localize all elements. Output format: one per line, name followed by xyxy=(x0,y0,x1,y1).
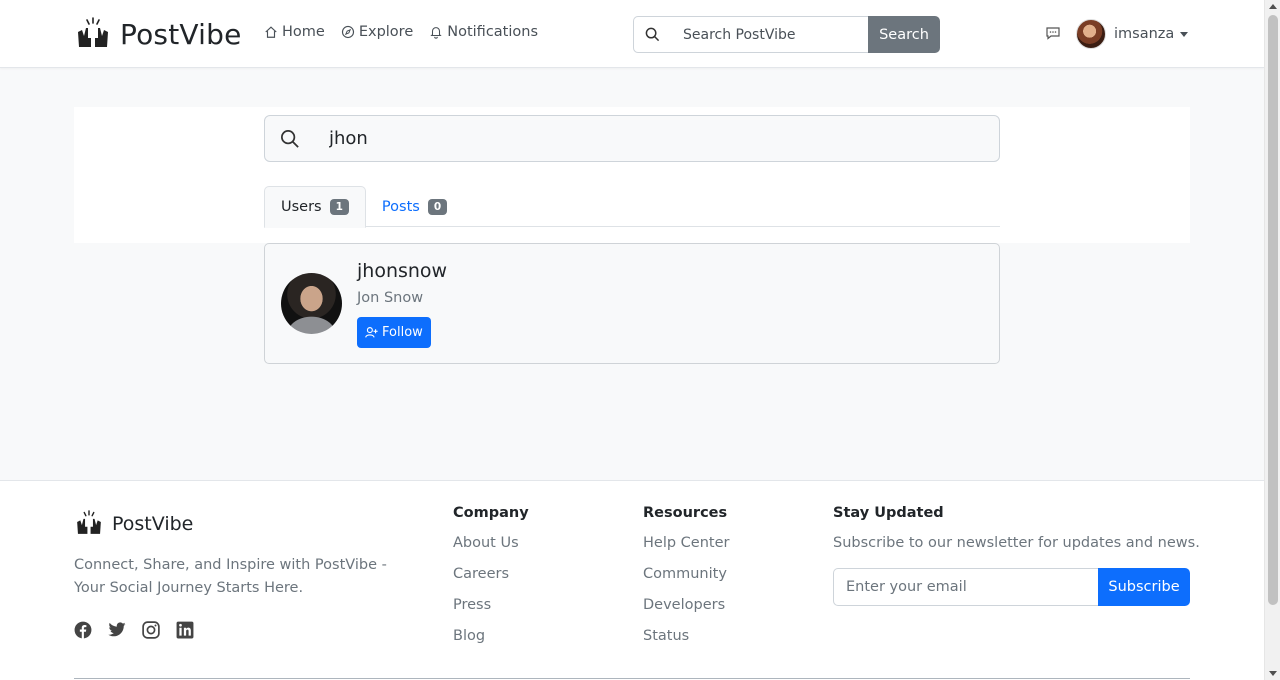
header-search: Search xyxy=(633,16,940,53)
instagram-icon[interactable] xyxy=(141,620,161,640)
result-username[interactable]: jhonsnow xyxy=(357,260,447,282)
user-name: imsanza xyxy=(1114,26,1175,42)
footer-newsletter-title: Stay Updated xyxy=(833,505,944,521)
nav-explore-label: Explore xyxy=(358,24,414,40)
compass-icon xyxy=(341,25,354,39)
footer-newsletter-column: Stay Updated Subscribe to our newsletter… xyxy=(833,505,1200,606)
facebook-icon[interactable] xyxy=(73,620,93,640)
bell-icon xyxy=(430,27,442,39)
tab-users[interactable]: Users 1 xyxy=(264,186,366,228)
header-search-icon-box xyxy=(633,16,671,53)
scrollbar-thumb[interactable] xyxy=(1268,15,1278,605)
footer-divider xyxy=(74,678,1190,679)
tab-posts-label: Posts xyxy=(381,198,420,215)
footer-brand-name: PostVibe xyxy=(112,513,194,535)
scroll-down-arrow-icon[interactable] xyxy=(1269,671,1277,676)
search-bar xyxy=(264,115,1000,162)
tab-users-count-badge: 1 xyxy=(329,199,349,215)
nav-home-label: Home xyxy=(282,24,325,40)
footer-company-title: Company xyxy=(453,505,529,521)
follow-button-label: Follow xyxy=(382,325,423,340)
footer-link-careers[interactable]: Careers xyxy=(453,566,529,587)
search-input[interactable] xyxy=(329,128,929,149)
scroll-up-arrow-icon[interactable] xyxy=(1269,4,1277,9)
search-icon xyxy=(265,129,315,149)
footer-link-about-us[interactable]: About Us xyxy=(453,535,529,556)
nav-notifications[interactable]: Notifications xyxy=(429,24,538,40)
avatar[interactable] xyxy=(281,273,342,334)
tab-posts-count-badge: 0 xyxy=(427,198,448,215)
email-field[interactable] xyxy=(833,568,1098,606)
user-menu-dropdown[interactable]: imsanza xyxy=(1076,19,1189,49)
footer-link-help-center[interactable]: Help Center xyxy=(643,535,729,556)
search-icon xyxy=(645,27,660,42)
chevron-down-icon xyxy=(1180,31,1189,37)
newsletter-form: Subscribe xyxy=(833,568,1190,606)
footer-link-press[interactable]: Press xyxy=(453,597,529,618)
header-search-input[interactable] xyxy=(671,16,868,53)
user-plus-icon xyxy=(365,327,378,338)
avatar xyxy=(1076,19,1106,49)
footer-link-blog[interactable]: Blog xyxy=(453,628,529,649)
footer-company-column: Company About Us Careers Press Blog xyxy=(453,505,529,659)
top-navbar: PostVibe Home Explore Notifications Sear… xyxy=(0,0,1264,68)
main-nav: Home Explore Notifications xyxy=(264,24,538,40)
chat-icon[interactable] xyxy=(1045,25,1061,41)
hands-up-icon xyxy=(74,509,104,539)
social-links xyxy=(73,620,195,640)
nav-home[interactable]: Home xyxy=(264,24,325,40)
twitter-icon[interactable] xyxy=(107,620,127,640)
footer-link-status[interactable]: Status xyxy=(643,628,729,649)
footer: PostVibe Connect, Share, and Inspire wit… xyxy=(0,480,1264,680)
brand-name: PostVibe xyxy=(120,17,242,51)
nav-notifications-label: Notifications xyxy=(447,24,539,40)
page-scrollbar[interactable] xyxy=(1264,0,1280,680)
user-result-card: jhonsnow Jon Snow Follow xyxy=(264,243,1000,364)
subscribe-button[interactable]: Subscribe xyxy=(1098,568,1190,606)
nav-explore[interactable]: Explore xyxy=(341,24,413,40)
footer-resources-title: Resources xyxy=(643,505,728,521)
results-tabs: Users 1 Posts 0 xyxy=(264,186,1000,228)
hands-up-icon xyxy=(74,16,112,52)
footer-tagline: Connect, Share, and Inspire with PostVib… xyxy=(74,557,387,596)
footer-brand[interactable]: PostVibe xyxy=(74,509,193,539)
footer-newsletter-text: Subscribe to our newsletter for updates … xyxy=(833,535,1200,551)
home-icon xyxy=(265,26,277,38)
footer-link-community[interactable]: Community xyxy=(643,566,729,587)
brand-link[interactable]: PostVibe xyxy=(74,16,242,52)
linkedin-icon[interactable] xyxy=(175,620,195,640)
tab-users-label: Users xyxy=(281,199,322,215)
tab-posts[interactable]: Posts 0 xyxy=(366,186,463,227)
result-full-name: Jon Snow xyxy=(357,290,424,306)
footer-link-developers[interactable]: Developers xyxy=(643,597,729,618)
footer-resources-column: Resources Help Center Community Develope… xyxy=(643,505,729,659)
follow-button[interactable]: Follow xyxy=(357,317,431,348)
header-search-button[interactable]: Search xyxy=(868,16,940,53)
